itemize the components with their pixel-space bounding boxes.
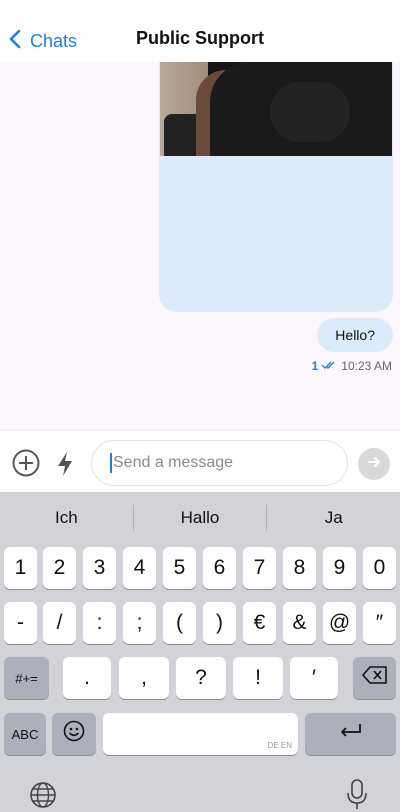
media-message-bubble[interactable] (159, 62, 393, 312)
suggestion-bar: Ich Hallo Ja (0, 492, 400, 544)
key[interactable]: @ (323, 602, 356, 644)
symbols-key[interactable]: #+= (4, 657, 49, 699)
send-button[interactable] (358, 448, 390, 480)
key[interactable]: ) (203, 602, 236, 644)
chat-screen: Chats Public Support Hello? 1 10:23 AM S… (0, 0, 400, 812)
key[interactable]: 2 (43, 547, 76, 589)
key[interactable]: € (243, 602, 276, 644)
message-text: Hello? (335, 327, 375, 343)
key[interactable]: ″ (363, 602, 396, 644)
key[interactable]: ( (163, 602, 196, 644)
suggestion-item[interactable]: Hallo (134, 492, 267, 544)
key[interactable]: 5 (163, 547, 196, 589)
abc-key[interactable]: ABC (4, 713, 46, 755)
emoji-key[interactable] (52, 713, 96, 755)
key[interactable]: 1 (4, 547, 37, 589)
key[interactable]: 9 (323, 547, 356, 589)
space-key[interactable]: DE EN (103, 713, 298, 755)
message-input-placeholder: Send a message (113, 454, 234, 471)
microphone-icon[interactable] (344, 778, 370, 812)
arrow-right-icon (366, 454, 382, 475)
key[interactable]: 0 (363, 547, 396, 589)
key[interactable]: 3 (83, 547, 116, 589)
text-caret (110, 453, 112, 473)
key[interactable]: ; (123, 602, 156, 644)
return-icon (338, 722, 364, 746)
key[interactable]: 7 (243, 547, 276, 589)
key[interactable]: . (63, 657, 111, 699)
key[interactable]: ? (176, 657, 226, 699)
read-count: 1 (311, 359, 319, 373)
message-list[interactable]: Hello? 1 10:23 AM (0, 62, 400, 430)
backspace-icon (361, 666, 388, 690)
globe-icon[interactable] (28, 780, 58, 812)
message-composer: Send a message (0, 430, 400, 492)
emoji-icon (63, 720, 85, 748)
key[interactable]: 4 (123, 547, 156, 589)
key[interactable]: / (43, 602, 76, 644)
keyboard: Ich Hallo Ja 1 2 3 4 5 6 7 8 9 0 - / : ;… (0, 492, 400, 812)
return-key[interactable] (305, 713, 396, 755)
message-input[interactable]: Send a message (91, 440, 348, 486)
key[interactable]: & (283, 602, 316, 644)
key[interactable]: ′ (290, 657, 338, 699)
key[interactable]: ! (233, 657, 283, 699)
page-title: Public Support (136, 28, 264, 48)
photo-attachment[interactable] (160, 62, 392, 156)
suggestion-item[interactable]: Ich (0, 492, 133, 544)
key[interactable]: , (119, 657, 169, 699)
double-check-icon (321, 359, 341, 373)
key[interactable]: : (83, 602, 116, 644)
key[interactable]: 8 (283, 547, 316, 589)
key[interactable]: - (4, 602, 37, 644)
key[interactable]: 6 (203, 547, 236, 589)
add-attachment-icon[interactable] (11, 448, 41, 478)
nav-header: Chats Public Support (0, 0, 400, 62)
message-bubble[interactable]: Hello? (317, 318, 393, 352)
suggestion-item[interactable]: Ja (267, 492, 400, 544)
message-status: 1 10:23 AM (312, 359, 392, 373)
keyboard-language-label: DE EN (267, 741, 292, 750)
delete-key[interactable] (353, 657, 396, 699)
message-time: 10:23 AM (341, 359, 392, 373)
lightning-icon[interactable] (54, 450, 76, 478)
